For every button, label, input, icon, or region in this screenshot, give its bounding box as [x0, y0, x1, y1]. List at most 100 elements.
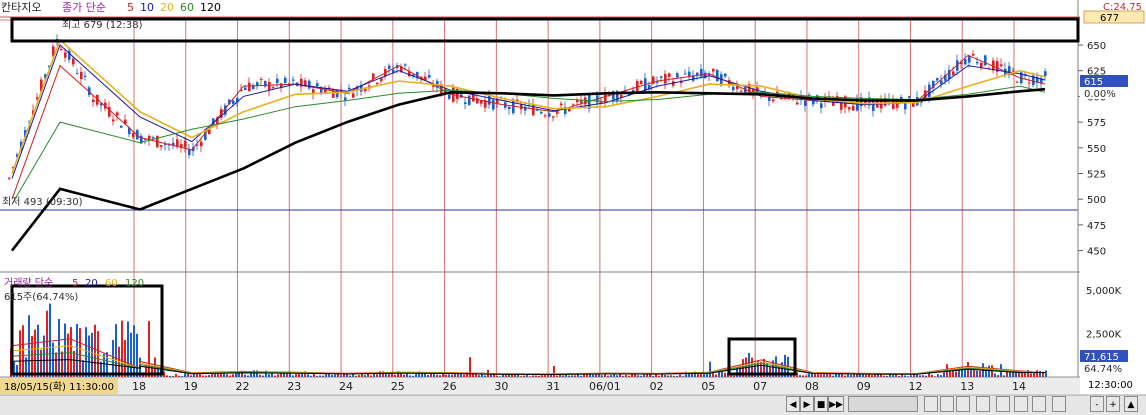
- candle-body: [584, 97, 587, 105]
- scroll-right-button[interactable]: ▶: [800, 396, 814, 412]
- volume-bar: [307, 374, 309, 377]
- volume-bar: [316, 375, 318, 377]
- volume-bar: [262, 375, 264, 377]
- volume-bar: [697, 373, 699, 377]
- volume-bar: [271, 373, 273, 377]
- volume-bar: [178, 375, 180, 377]
- volume-bar: [19, 330, 21, 377]
- volume-bar: [997, 374, 999, 377]
- candle-body: [388, 65, 391, 69]
- candle-body: [432, 85, 435, 87]
- volume-bar: [325, 374, 327, 377]
- volume-bar: [532, 375, 534, 377]
- volume-bar: [277, 374, 279, 377]
- volume-bar: [46, 310, 48, 377]
- date-tick-label: 05: [701, 380, 715, 393]
- volume-bar: [1030, 373, 1032, 377]
- zoom-slider[interactable]: [848, 396, 918, 412]
- toolbar-icon-8[interactable]: [1052, 396, 1066, 412]
- expand-button[interactable]: ▲: [1124, 396, 1138, 412]
- candle-body: [180, 144, 183, 148]
- volume-bar: [403, 374, 405, 377]
- candle-body: [676, 73, 679, 78]
- candle-body: [636, 81, 639, 92]
- candle-body: [244, 87, 247, 91]
- volume-current-note: 615주(64.74%): [4, 292, 78, 303]
- candle-body: [496, 99, 499, 104]
- price-legend-period: 10: [140, 1, 154, 14]
- volume-bar: [910, 375, 912, 377]
- candle-body: [428, 75, 431, 78]
- volume-bar: [880, 374, 882, 377]
- candle-body: [660, 76, 663, 78]
- volume-bar: [175, 373, 177, 377]
- scroll-left-button[interactable]: ◀: [786, 396, 800, 412]
- volume-bar: [205, 375, 207, 377]
- candle-body: [176, 139, 179, 147]
- price-tag: 677: [1100, 13, 1119, 24]
- volume-bar: [733, 375, 735, 377]
- volume-bar: [856, 374, 858, 377]
- volume-bar: [1003, 375, 1005, 377]
- toolbar-icon-6[interactable]: [1014, 396, 1028, 412]
- zoom-in-button[interactable]: +: [1106, 396, 1120, 412]
- volume-bar: [67, 333, 69, 377]
- candle-body: [732, 86, 735, 91]
- volume-bar: [349, 375, 351, 377]
- stop-button[interactable]: ■: [814, 396, 828, 412]
- fast-forward-button[interactable]: ▶▶: [828, 396, 844, 412]
- candle-body: [560, 103, 563, 106]
- zoom-out-button[interactable]: -: [1090, 396, 1104, 412]
- volume-bar: [928, 373, 930, 377]
- candle-body: [852, 105, 855, 111]
- price-change-label: 0.00%: [1084, 89, 1116, 100]
- volume-bar: [409, 375, 411, 377]
- volume-legend-period: 5: [72, 278, 78, 289]
- volume-bar: [556, 375, 558, 377]
- toolbar-icon-7[interactable]: [1032, 396, 1046, 412]
- candle-body: [1044, 71, 1047, 77]
- volume-bar: [427, 374, 429, 377]
- volume-bar: [229, 375, 231, 377]
- start-date-label: 18/05/15(화) 11:30:00: [4, 381, 114, 393]
- candle-body: [120, 125, 123, 128]
- volume-bar: [607, 375, 609, 377]
- toolbar-icon-2[interactable]: [940, 396, 954, 412]
- candle-body: [572, 104, 575, 106]
- candle-body: [8, 177, 11, 179]
- volume-current-label: 71,615: [1084, 352, 1119, 363]
- price-legend-period: 20: [160, 1, 174, 14]
- volume-bar: [658, 375, 660, 377]
- candle-body: [640, 80, 643, 84]
- price-current-label: 615: [1084, 77, 1103, 88]
- volume-bar: [904, 375, 906, 377]
- volume-bar: [979, 370, 981, 377]
- volume-bar: [463, 374, 465, 377]
- candle-body: [804, 100, 807, 107]
- volume-bar: [601, 375, 603, 377]
- volume-bar: [640, 375, 642, 377]
- volume-bar: [703, 373, 705, 377]
- toolbar-icon-1[interactable]: [924, 396, 938, 412]
- volume-bar: [961, 370, 963, 377]
- candle-body: [952, 71, 955, 76]
- volume-bar: [208, 375, 210, 377]
- volume-bar: [484, 375, 486, 377]
- toolbar-icon-3[interactable]: [956, 396, 970, 412]
- volume-bar: [28, 315, 30, 377]
- volume-bar: [580, 375, 582, 377]
- date-tick-label: 30: [494, 380, 508, 393]
- candle-body: [248, 82, 251, 92]
- volume-bar: [673, 375, 675, 377]
- toolbar-icon-4[interactable]: [976, 396, 990, 412]
- volume-bar: [535, 375, 537, 377]
- volume-bar: [184, 373, 186, 377]
- volume-bar: [313, 373, 315, 377]
- volume-tick-label: 2,500K: [1086, 330, 1122, 341]
- volume-bar: [874, 374, 876, 377]
- toolbar-icon-5[interactable]: [996, 396, 1010, 412]
- candle-body: [404, 64, 407, 66]
- volume-bar: [715, 374, 717, 377]
- end-time-label: 12:30:00: [1088, 380, 1133, 391]
- date-tick-label: 19: [184, 380, 198, 393]
